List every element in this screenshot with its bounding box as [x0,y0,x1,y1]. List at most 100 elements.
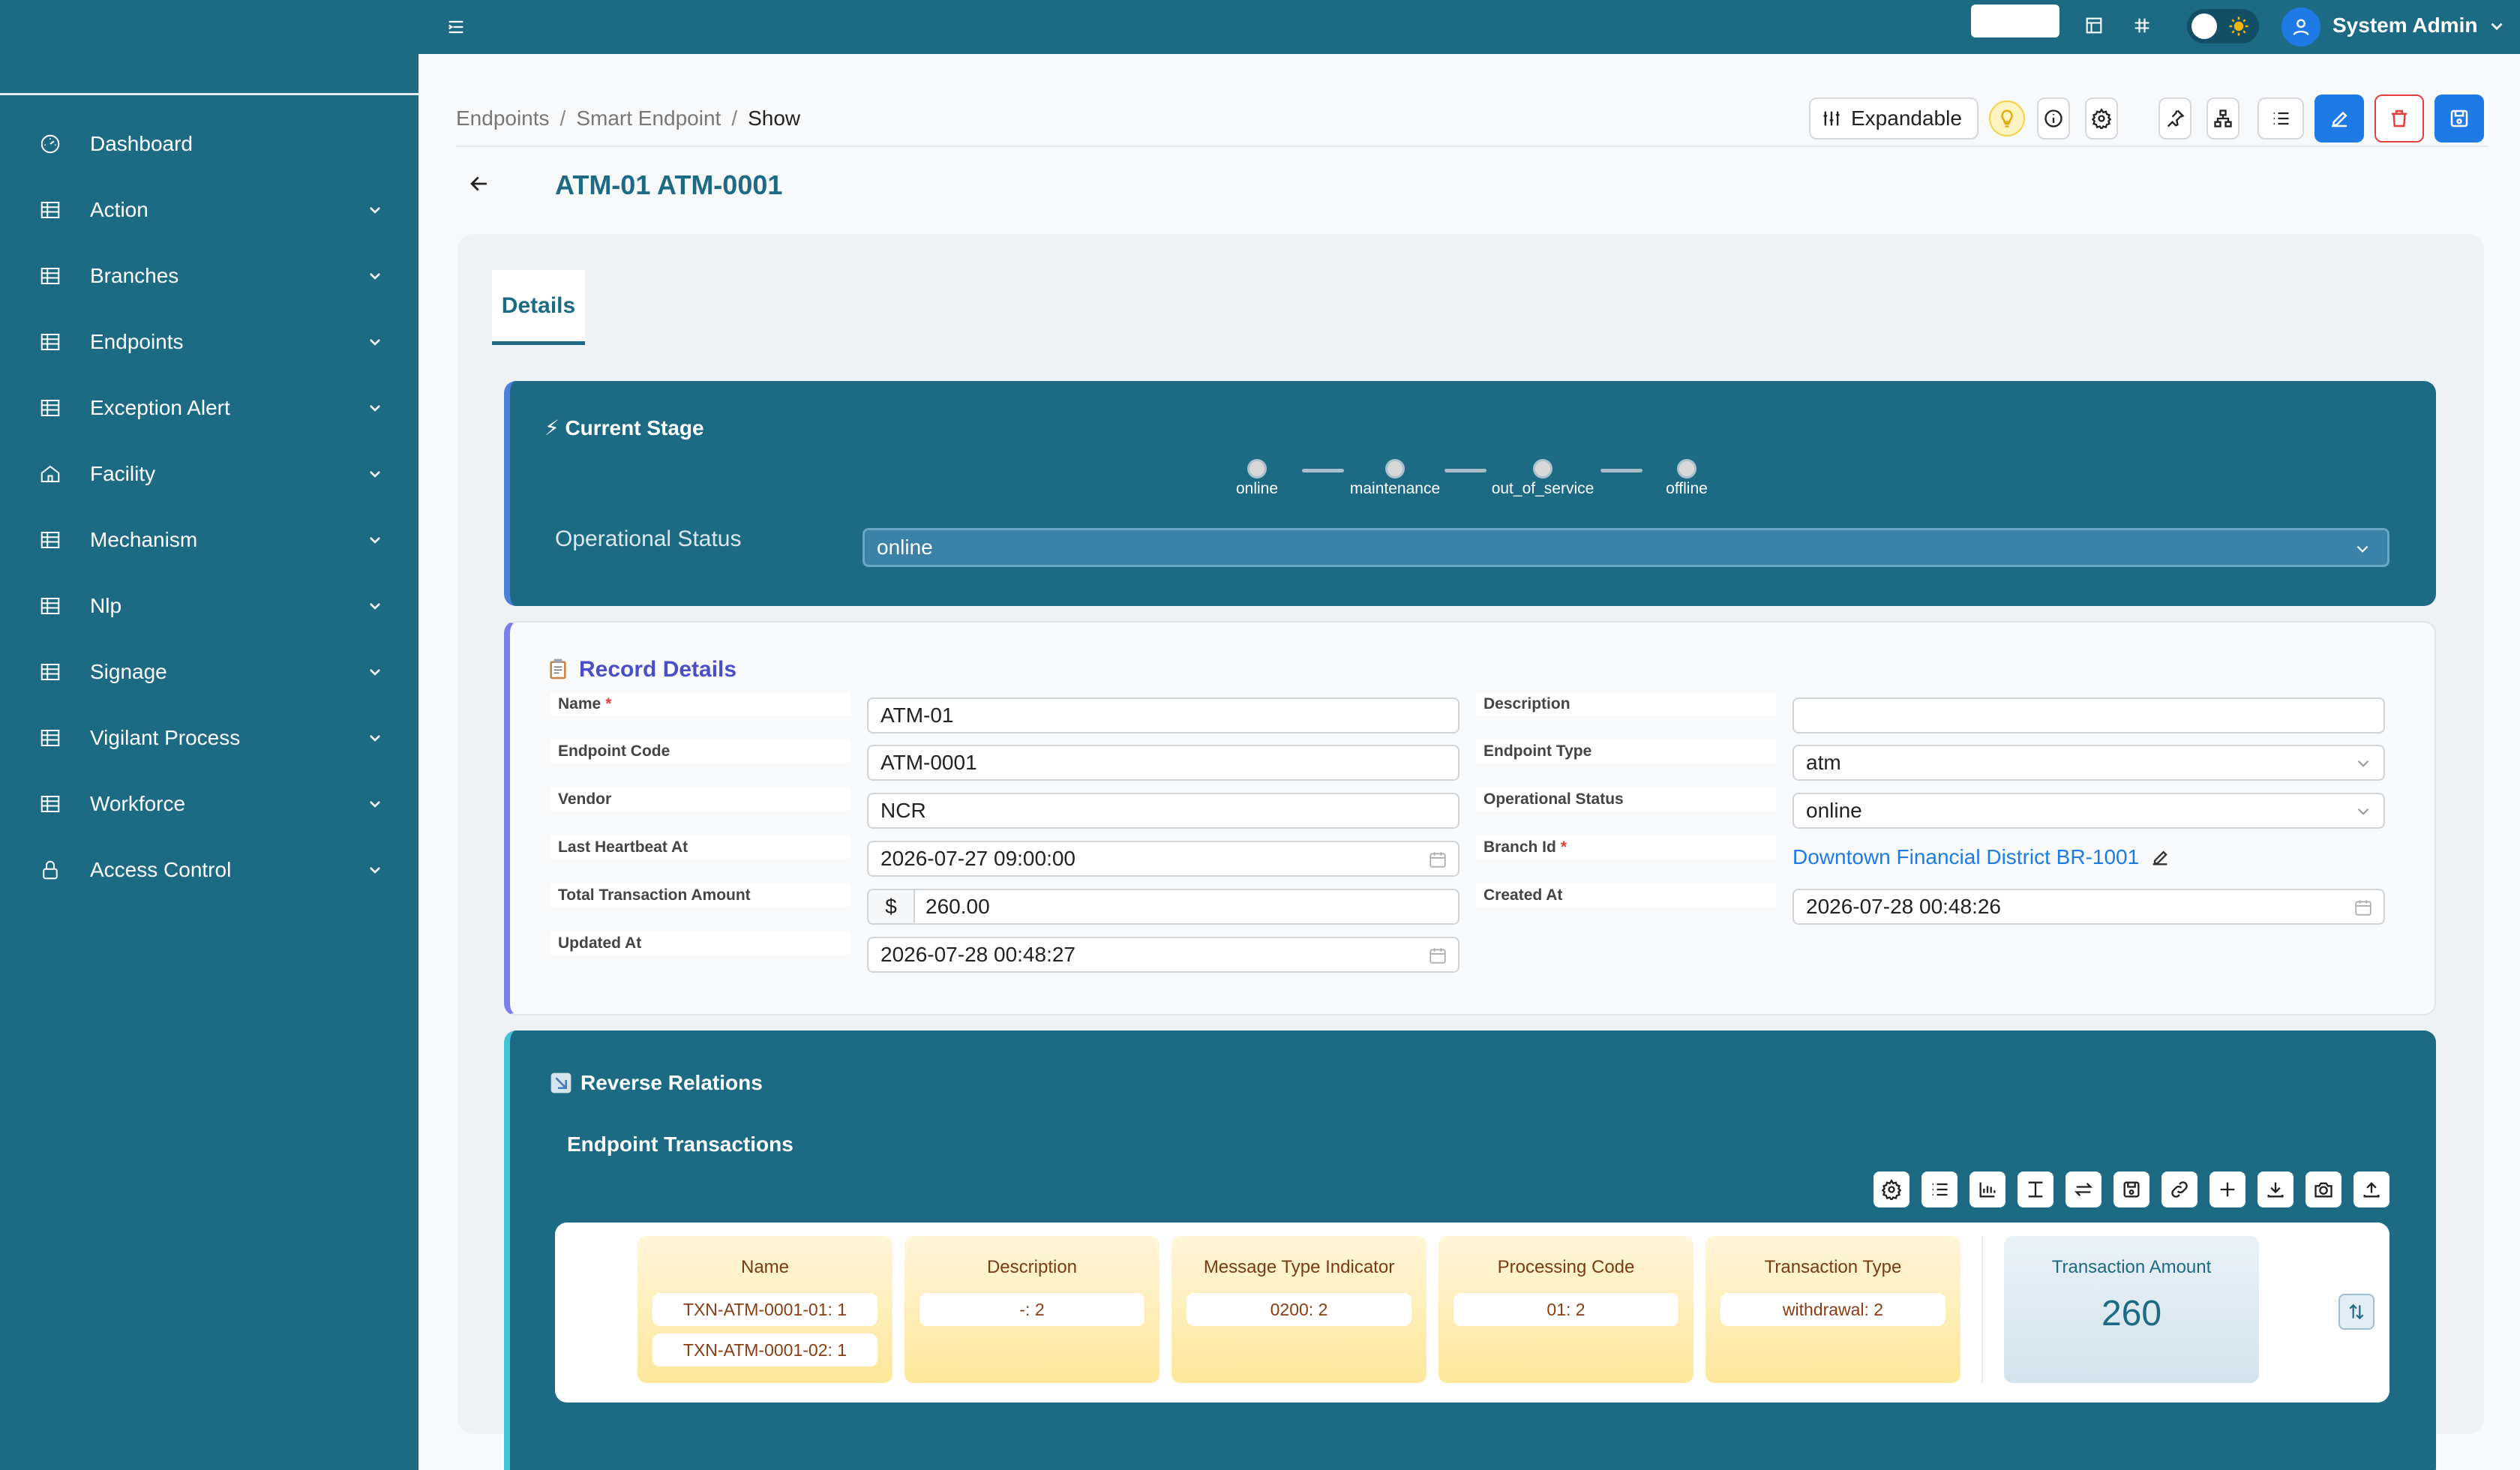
table-settings-button[interactable] [1874,1172,1910,1208]
calendar-icon[interactable] [2354,898,2373,917]
back-arrow-icon[interactable] [466,171,492,196]
created-at-field[interactable]: 2026-07-28 00:48:26 [1792,889,2385,925]
chevron-down-icon [2357,760,2369,767]
edit-button[interactable] [2314,94,2364,142]
last-heartbeat-field[interactable]: 2026-07-27 09:00:00 [867,841,1460,877]
column-value[interactable]: 01: 2 [1454,1293,1678,1326]
table-link-button[interactable] [2162,1172,2198,1208]
chevron-down-icon [2357,808,2369,815]
sidebar-item-endpoints[interactable]: Endpoints [0,316,418,368]
calendar-icon[interactable] [1428,946,1448,965]
stage-label-out-of-service: out_of_service [1491,480,1594,497]
layout-icon[interactable] [2084,15,2104,36]
download-icon [2267,1182,2284,1198]
table-text-button[interactable] [2018,1172,2054,1208]
chevron-down-icon [370,471,380,478]
column-value[interactable]: 0200: 2 [1186,1293,1412,1326]
sidebar-item-signage[interactable]: Signage [0,646,418,698]
info-button[interactable] [2037,98,2070,140]
breadcrumb: Endpoints / Smart Endpoint / Show [456,106,800,130]
sidebar-item-branches[interactable]: Branches [0,250,418,302]
sidebar-item-dashboard[interactable]: Dashboard [0,118,418,170]
description-field[interactable] [1792,698,2385,734]
list-view-button[interactable] [2258,98,2304,140]
stage-dot-out-of-service[interactable] [1533,459,1552,478]
user-name[interactable]: System Admin [2332,14,2477,38]
column-value[interactable]: withdrawal: 2 [1720,1293,1946,1326]
user-icon [2293,19,2309,36]
sidebar-item-action[interactable]: Action [0,184,418,236]
expandable-button[interactable]: Expandable [1809,98,1978,140]
pin-button[interactable] [2158,98,2192,140]
menu-toggle-icon[interactable] [446,16,466,38]
branch-id-label: Branch Id * [1476,836,1776,859]
theme-toggle[interactable] [2187,9,2259,44]
list-icon [2273,112,2289,125]
avatar[interactable] [2282,8,2320,46]
calendar-icon[interactable] [1428,850,1448,869]
chevron-down-icon [2356,545,2368,553]
table-upload-button[interactable] [2354,1172,2390,1208]
table-icon [40,334,60,350]
sidebar-item-vigilant-process[interactable]: Vigilant Process [0,712,418,764]
arrows-swap-icon [2074,1183,2093,1196]
table-chart-button[interactable] [1970,1172,2006,1208]
column-transaction-type: Transaction Type withdrawal: 2 [1706,1236,1960,1383]
settings-button[interactable] [2085,98,2118,140]
sidebar-item-label: Mechanism [90,528,198,551]
branch-id-link[interactable]: Downtown Financial District BR-1001 [1792,845,2139,869]
column-value[interactable]: TXN-ATM-0001-01: 1 [652,1293,878,1326]
column-value[interactable]: TXN-ATM-0001-02: 1 [652,1334,878,1366]
sort-toggle-button[interactable] [2338,1294,2374,1330]
table-screenshot-button[interactable] [2306,1172,2342,1208]
currency-prefix: $ [868,890,915,923]
sun-icon [2229,16,2248,36]
operational-status-field[interactable]: online [1792,793,2385,829]
operational-status-select[interactable]: online [862,528,2390,567]
sidebar-item-mechanism[interactable]: Mechanism [0,514,418,566]
last-heartbeat-label: Last Heartbeat At [550,836,850,859]
tab-details[interactable]: Details [492,270,585,345]
table-download-button[interactable] [2258,1172,2294,1208]
vendor-field[interactable]: NCR [867,793,1460,829]
endpoint-code-field[interactable]: ATM-0001 [867,745,1460,781]
updated-at-field[interactable]: 2026-07-28 00:48:27 [867,937,1460,973]
bar-chart-icon [1979,1182,1996,1198]
transaction-amount-value: 260 [2101,1294,2162,1334]
sidebar-item-facility[interactable]: Facility [0,448,418,500]
breadcrumb-separator: / [731,106,738,130]
sidebar-item-exception-alert[interactable]: Exception Alert [0,382,418,434]
column-processing-code: Processing Code 01: 2 [1438,1236,1694,1383]
search-input[interactable] [1971,4,2060,38]
column-name: Name TXN-ATM-0001-01: 1 TXN-ATM-0001-02:… [638,1236,892,1383]
grid-icon[interactable] [2132,15,2152,36]
breadcrumb-separator: / [560,106,566,130]
save-button[interactable] [2434,94,2484,142]
table-save-button[interactable] [2114,1172,2150,1208]
stage-dot-online[interactable] [1247,459,1267,478]
delete-button[interactable] [2374,94,2424,142]
name-field[interactable]: ATM-01 [867,698,1460,734]
tips-button[interactable] [1989,100,2025,136]
table-list-button[interactable] [1922,1172,1958,1208]
sidebar-item-nlp[interactable]: Nlp [0,580,418,632]
breadcrumb-smart-endpoint[interactable]: Smart Endpoint [576,106,721,130]
name-value: ATM-01 [880,704,954,727]
column-value[interactable]: -: 2 [920,1293,1144,1326]
breadcrumb-endpoints[interactable]: Endpoints [456,106,550,130]
chevron-down-icon[interactable] [2487,16,2506,36]
description-label: Description [1476,693,1776,716]
endpoint-type-select[interactable]: atm [1792,745,2385,781]
branch-id-link-wrap: Downtown Financial District BR-1001 [1792,845,2170,869]
sidebar-item-label: Endpoints [90,330,184,353]
table-swap-button[interactable] [2066,1172,2102,1208]
stage-dot-offline[interactable] [1677,459,1696,478]
sidebar-item-workforce[interactable]: Workforce [0,778,418,830]
sidebar-item-access-control[interactable]: Access Control [0,844,418,896]
pencil-icon[interactable] [2150,847,2170,868]
stage-dot-maintenance[interactable] [1385,459,1405,478]
hierarchy-button[interactable] [2206,98,2240,140]
chevron-down-icon [370,669,380,676]
table-add-button[interactable] [2210,1172,2246,1208]
total-transaction-amount-field[interactable]: $ 260.00 [867,889,1460,925]
